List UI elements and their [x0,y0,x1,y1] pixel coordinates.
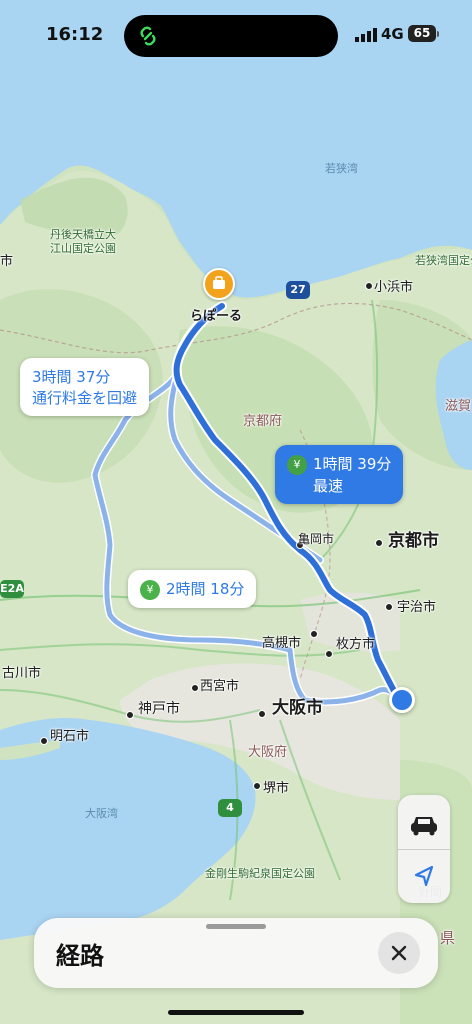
destination-pin[interactable] [203,268,235,300]
signal-icon [355,28,377,42]
label-ken: 県 [440,929,456,947]
route-bubble-alt[interactable]: ¥2時間 18分 [128,570,257,608]
city-dot [253,782,261,790]
label-osaka-city[interactable]: 大阪市 [272,693,323,718]
label-kobe[interactable]: 神戸市 [138,698,180,718]
label-kameoka[interactable]: 亀岡市 [298,530,334,547]
label-hirakata[interactable]: 枚方市 [336,633,375,652]
current-location-marker[interactable] [389,687,415,713]
car-icon [411,817,437,836]
route-duration: 1時間 39分 [313,455,392,473]
close-button[interactable] [378,932,420,974]
label-kakogawa[interactable]: 古川市 [2,662,41,681]
network-type: 4G [381,25,404,43]
map-controls [398,795,450,903]
label-sakai[interactable]: 堺市 [263,777,289,796]
status-time: 16:12 [46,24,104,45]
city-dot [310,630,318,638]
status-bar: 16:12 4G 65 [0,0,472,70]
label-raboru[interactable]: らぽーる [190,305,242,324]
route-e2a-shield: E2A [0,580,24,598]
locate-button[interactable] [398,850,450,903]
route-note: 最速 [313,476,344,495]
close-icon [391,945,407,961]
sheet-title: 経路 [56,942,104,970]
label-osaka-bay: 大阪湾 [85,807,118,820]
briefcase-icon [213,276,225,289]
city-dot [325,650,333,658]
route-duration: 3時間 37分 [32,368,111,386]
city-dot [365,282,373,290]
label-uji[interactable]: 宇治市 [397,596,436,615]
city-dot [191,684,199,692]
label-osaka-pref: 大阪府 [248,745,288,760]
sheet-grabber[interactable] [206,924,266,929]
route-bubble-toll-free[interactable]: 3時間 37分 通行料金を回避 [20,358,150,416]
route-4-shield: 4 [218,799,242,817]
transport-mode-button[interactable] [398,795,450,849]
city-dot [40,737,48,745]
city-dot [258,710,266,718]
label-wakasa-park: 若狭湾国定公 [415,254,472,267]
label-nishinomiya[interactable]: 西宮市 [200,675,239,694]
label-city-edge: 市 [0,254,14,269]
label-takatsuki[interactable]: 高槻市 [262,632,301,651]
battery-tip [437,31,439,37]
label-kyoto-city[interactable]: 京都市 [388,526,439,551]
city-dot [375,539,383,547]
home-indicator[interactable] [168,1010,304,1015]
link-icon [140,26,156,46]
label-tango-park: 丹後天橋立大 江山国定公園 [50,228,116,255]
label-kongo-park: 金剛生駒紀泉国定公園 [205,867,315,880]
city-dot [385,603,393,611]
route-bubble-fastest[interactable]: ¥1時間 39分 最速 [275,445,404,504]
label-akashi[interactable]: 明石市 [50,725,89,744]
route-27-shield: 27 [286,281,310,299]
route-note: 通行料金を回避 [32,389,138,407]
yen-icon: ¥ [140,579,160,600]
city-dot [126,711,134,719]
label-kyoto-pref: 京都府 [243,414,283,429]
dynamic-island[interactable] [124,15,338,57]
yen-icon: ¥ [287,454,307,475]
label-shiga: 滋賀 [445,399,472,414]
label-wakasa-bay: 若狭湾 [325,162,358,175]
route-duration: 2時間 18分 [166,580,245,598]
label-obama[interactable]: 小浜市 [374,276,413,295]
location-arrow-icon [414,865,434,887]
battery-icon: 65 [408,25,436,42]
